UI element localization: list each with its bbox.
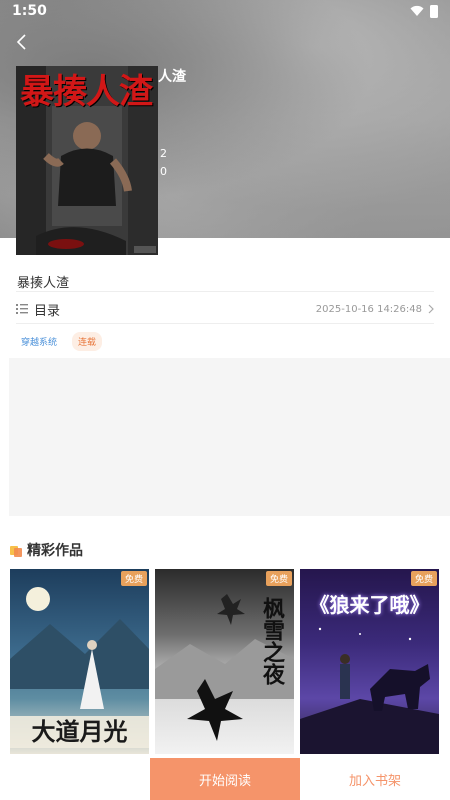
content-placeholder (9, 358, 450, 516)
table-of-contents-row[interactable]: 目录 2025-10-16 14:26:48 (16, 295, 434, 323)
free-badge: 免费 (410, 571, 437, 586)
book-title: 暴揍人渣 (17, 276, 70, 291)
toc-left: 目录 (16, 300, 60, 319)
book-cover: 暴揍人渣 (16, 66, 158, 255)
overflow-line: 0 (160, 165, 167, 178)
bottom-action-bar: 开始阅读 加入书架 (150, 758, 450, 800)
featured-section-header: 精彩作品 (10, 540, 83, 560)
cover-title: 暴揍人渣 (20, 72, 153, 112)
tag-status[interactable]: 连载 (72, 332, 103, 351)
overflow-line: 2 (160, 147, 167, 160)
free-badge: 免费 (120, 571, 147, 586)
toc-right: 2025-10-16 14:26:48 (316, 304, 434, 315)
divider (16, 291, 434, 292)
section-icon (10, 545, 22, 557)
status-bar: 1:50 (0, 0, 450, 22)
add-to-shelf-button[interactable]: 加入书架 (300, 758, 450, 800)
featured-book-title: 大道月光 (10, 716, 149, 748)
featured-list: 免费 大道月光 免费 枫雪之夜 免费 《狼来了哦》 (10, 569, 439, 754)
back-button[interactable] (10, 30, 34, 54)
battery-icon (430, 4, 438, 18)
divider (16, 323, 434, 324)
last-updated: 2025-10-16 14:26:48 (315, 303, 422, 315)
list-icon (16, 304, 28, 314)
featured-title: 精彩作品 (27, 543, 83, 559)
featured-book-card[interactable]: 免费 枫雪之夜 (155, 569, 294, 754)
start-reading-button[interactable]: 开始阅读 (150, 758, 300, 800)
tag-genre[interactable]: 穿越系统 (16, 332, 62, 351)
tag-list: 穿越系统 连载 (16, 332, 103, 351)
status-time: 1:50 (12, 3, 47, 19)
status-icons (410, 4, 438, 18)
chevron-left-icon (16, 34, 26, 50)
chevron-right-icon (428, 304, 434, 314)
featured-book-title: 枫雪之夜 (259, 597, 285, 685)
header-book-title: 人渣 (158, 69, 186, 85)
featured-book-card[interactable]: 免费 大道月光 (10, 569, 149, 754)
featured-book-card[interactable]: 免费 《狼来了哦》 (300, 569, 439, 754)
free-badge: 免费 (265, 571, 292, 586)
cover-overflow-text: 2 0 (160, 145, 167, 181)
wifi-icon (410, 5, 424, 16)
featured-book-title: 《狼来了哦》 (309, 593, 430, 617)
toc-label: 目录 (34, 303, 61, 319)
